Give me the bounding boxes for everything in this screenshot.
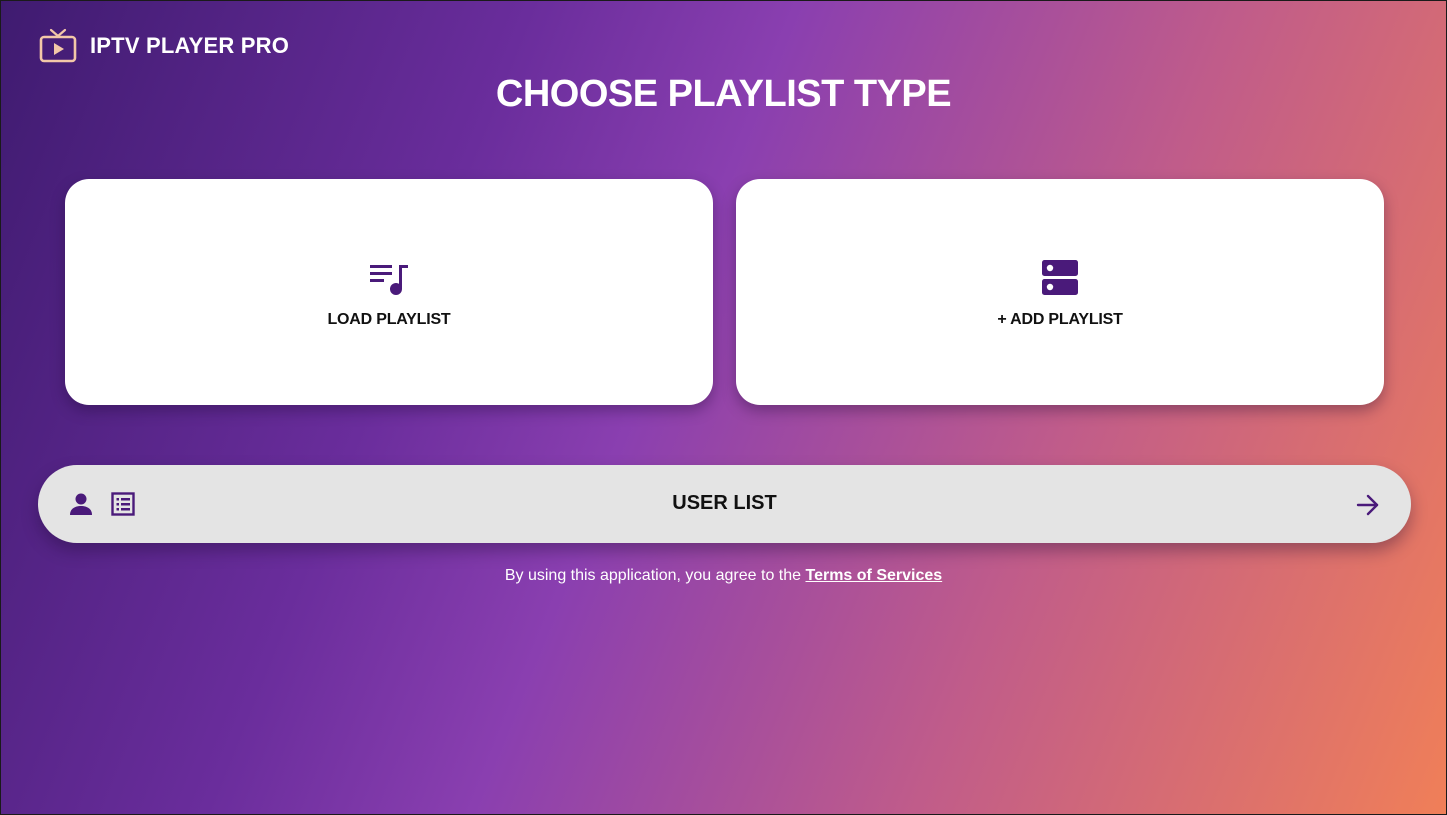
- app-brand: IPTV PLAYER PRO: [39, 28, 289, 63]
- terms-of-services-link[interactable]: Terms of Services: [805, 567, 942, 584]
- add-playlist-label: + ADD PLAYLIST: [997, 311, 1123, 328]
- playlist-music-icon: [370, 265, 408, 295]
- page-title: CHOOSE PLAYLIST TYPE: [495, 73, 952, 115]
- terms-text: By using this application, you agree to …: [504, 567, 802, 584]
- app-name: IPTV PLAYER PRO: [90, 32, 290, 58]
- load-playlist-label: LOAD PLAYLIST: [327, 311, 451, 328]
- terms-notice: By using this application, you agree to …: [1, 567, 1446, 585]
- load-playlist-button[interactable]: LOAD PLAYLIST: [65, 179, 713, 405]
- add-playlist-button[interactable]: + ADD PLAYLIST: [736, 179, 1384, 405]
- user-list-label: USER LIST: [672, 492, 777, 514]
- playlist-type-screen: IPTV PLAYER PRO CHOOSE PLAYLIST TYPE LOA…: [0, 0, 1447, 815]
- storage-icon: [1042, 260, 1078, 295]
- user-list-button[interactable]: USER LIST: [38, 465, 1411, 543]
- arrow-right-icon: [1356, 494, 1379, 516]
- tv-play-icon: [39, 28, 77, 63]
